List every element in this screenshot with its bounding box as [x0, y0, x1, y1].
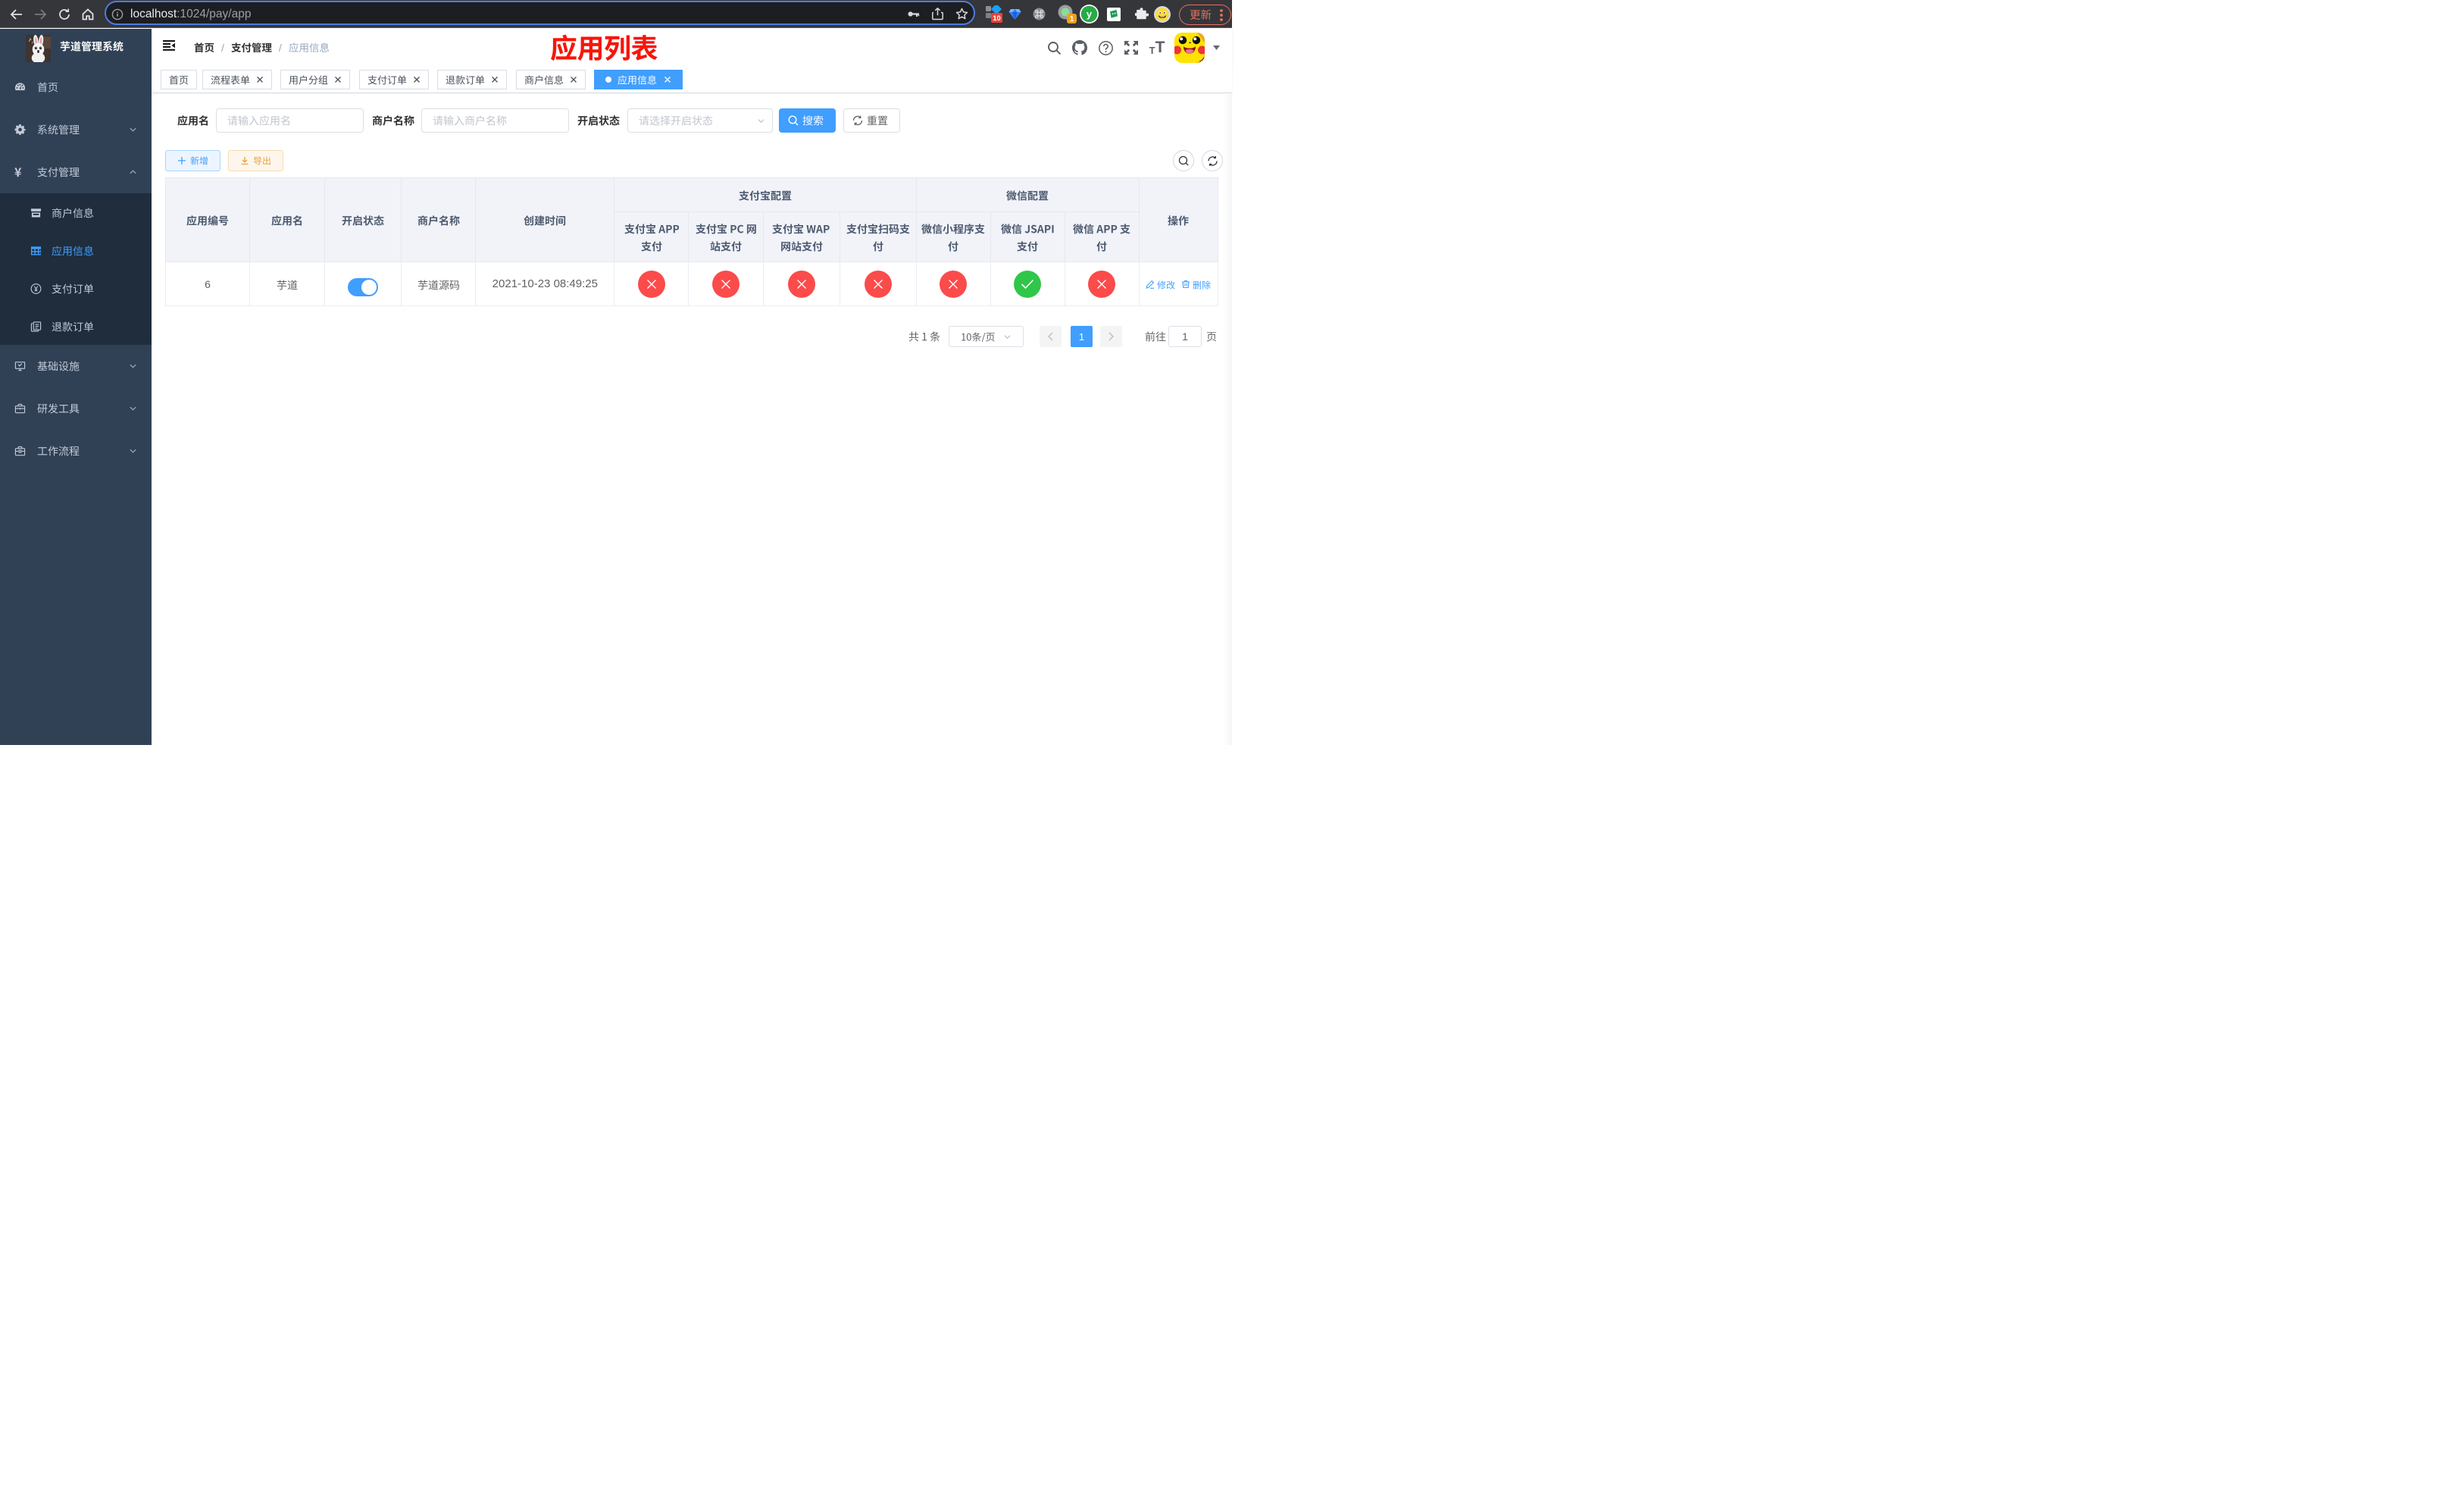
- svg-text:10: 10: [993, 14, 1001, 23]
- svg-text:1: 1: [1070, 15, 1074, 23]
- svg-text:y: y: [1086, 8, 1092, 20]
